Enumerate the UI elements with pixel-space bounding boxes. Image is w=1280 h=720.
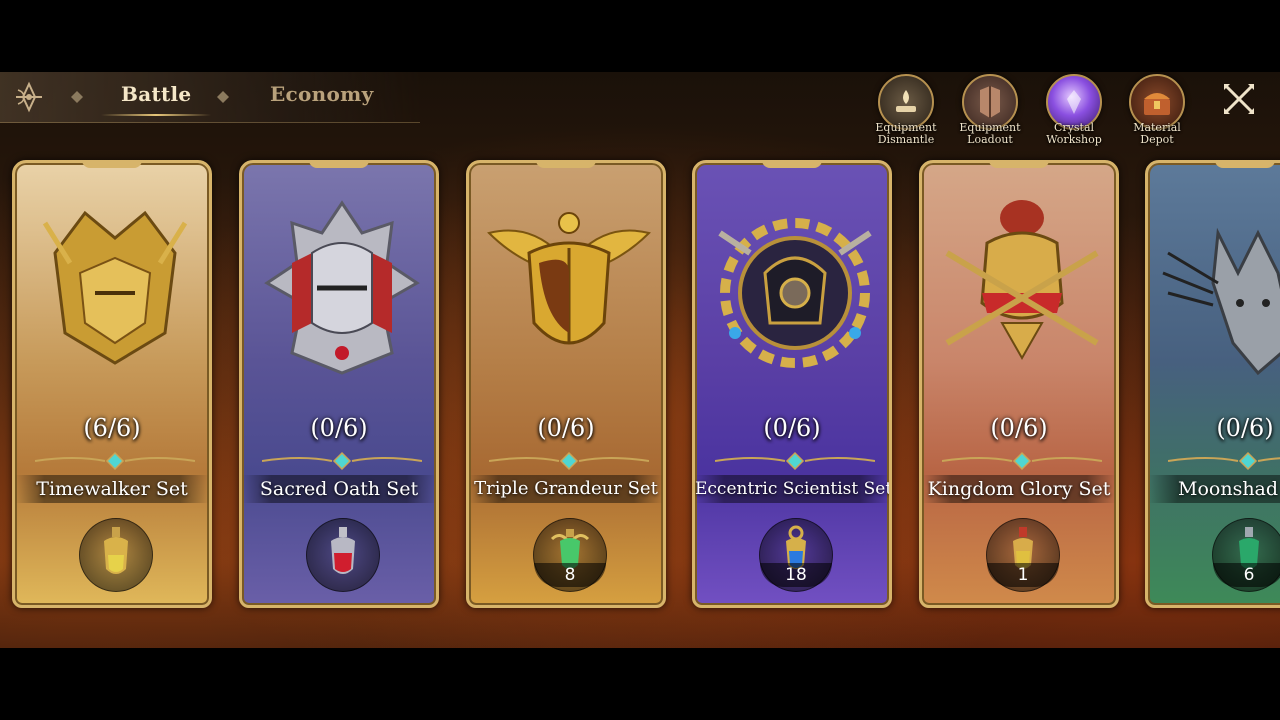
tab-separator-icon [71,91,83,103]
set-name: Moonshad [1148,475,1280,503]
ornament-home-icon[interactable] [12,80,46,114]
set-card-timewalker[interactable]: (6/6) Timewalker Set [12,160,212,608]
equipment-dismantle-button[interactable]: Equipment Dismantle [870,74,942,146]
material-depot-button[interactable]: Material Depot [1121,74,1193,146]
card-frame: (6/6) Timewalker Set [12,160,212,608]
gold-helmet-emblem-icon [42,210,188,365]
gear-steampunk-helmet-emblem-icon [718,218,872,368]
set-card-kingdom-glory[interactable]: (0/6) Kingdom Glory Set 1 [919,160,1119,608]
tab-bar: Battle Economy [0,72,420,123]
set-progress: (0/6) [310,414,368,442]
gem-divider-icon [1168,451,1280,471]
gem-divider-icon [262,451,422,471]
set-card-moonshadow[interactable]: (0/6) Moonshad 6 [1145,160,1280,608]
potion-slot[interactable] [306,518,380,592]
gem-divider-icon [35,451,195,471]
red-potion-icon [331,527,355,574]
set-name: Sacred Oath Set [242,475,436,503]
potion-count: 8 [534,563,606,587]
crystal-workshop-button[interactable]: Crystal Workshop [1038,74,1110,146]
equipment-sets-screen: Battle Economy Equipment Dismantle Equipm… [0,72,1280,648]
potion-slot[interactable]: 1 [986,518,1060,592]
set-progress: (0/6) [763,414,821,442]
crossed-swords-close-icon[interactable] [1220,80,1258,118]
set-card-sacred-oath[interactable]: (0/6) Sacred Oath Set [239,160,439,608]
set-progress: (0/6) [990,414,1048,442]
card-frame: (0/6) Sacred Oath Set [239,160,439,608]
shortcut-label: Crystal Workshop [1046,121,1102,146]
tab-economy[interactable]: Economy [270,82,374,106]
card-frame: (0/6) Kingdom Glory Set 1 [919,160,1119,608]
potion-count: 18 [760,563,832,587]
silver-knight-helmet-emblem-icon [264,200,420,375]
shortcut-label: Material Depot [1133,121,1181,146]
potion-slot[interactable] [79,518,153,592]
equipment-loadout-button[interactable]: Equipment Loadout [954,74,1026,146]
set-card-triple-grandeur[interactable]: (0/6) Triple Grandeur Set 8 [466,160,666,608]
card-frame: (0/6) Moonshad 6 [1145,160,1280,608]
set-name: Timewalker Set [15,475,209,503]
potion-slot[interactable]: 18 [759,518,833,592]
set-progress: (0/6) [537,414,595,442]
potion-count: 1 [987,563,1059,587]
shortcut-label: Equipment Loadout [959,121,1021,146]
letterbox-top [0,0,1280,72]
set-name: Kingdom Glory Set [922,475,1116,503]
gem-divider-icon [489,451,649,471]
potion-slot[interactable]: 6 [1212,518,1280,592]
tab-separator-icon [217,91,229,103]
set-name: Triple Grandeur Set [469,475,663,503]
potion-count: 6 [1213,563,1280,587]
set-name: Eccentric Scientist Set [695,475,889,503]
card-frame: (0/6) Eccentric Scientist Set 18 [692,160,892,608]
wolf-head-emblem-icon [1162,227,1280,376]
winged-gold-shield-emblem-icon [487,212,651,345]
potion-slot[interactable]: 8 [533,518,607,592]
card-frame: (0/6) Triple Grandeur Set 8 [466,160,666,608]
set-progress: (6/6) [83,414,141,442]
set-card-eccentric-scientist[interactable]: (0/6) Eccentric Scientist Set 18 [692,160,892,608]
gem-divider-icon [715,451,875,471]
letterbox-bottom [0,648,1280,720]
gem-divider-icon [942,451,1102,471]
plumed-gold-helmet-emblem-icon [945,200,1099,361]
tab-battle[interactable]: Battle [100,82,213,116]
gold-yellow-potion-icon [104,527,128,574]
set-progress: (0/6) [1216,414,1274,442]
shortcut-label: Equipment Dismantle [875,121,937,146]
